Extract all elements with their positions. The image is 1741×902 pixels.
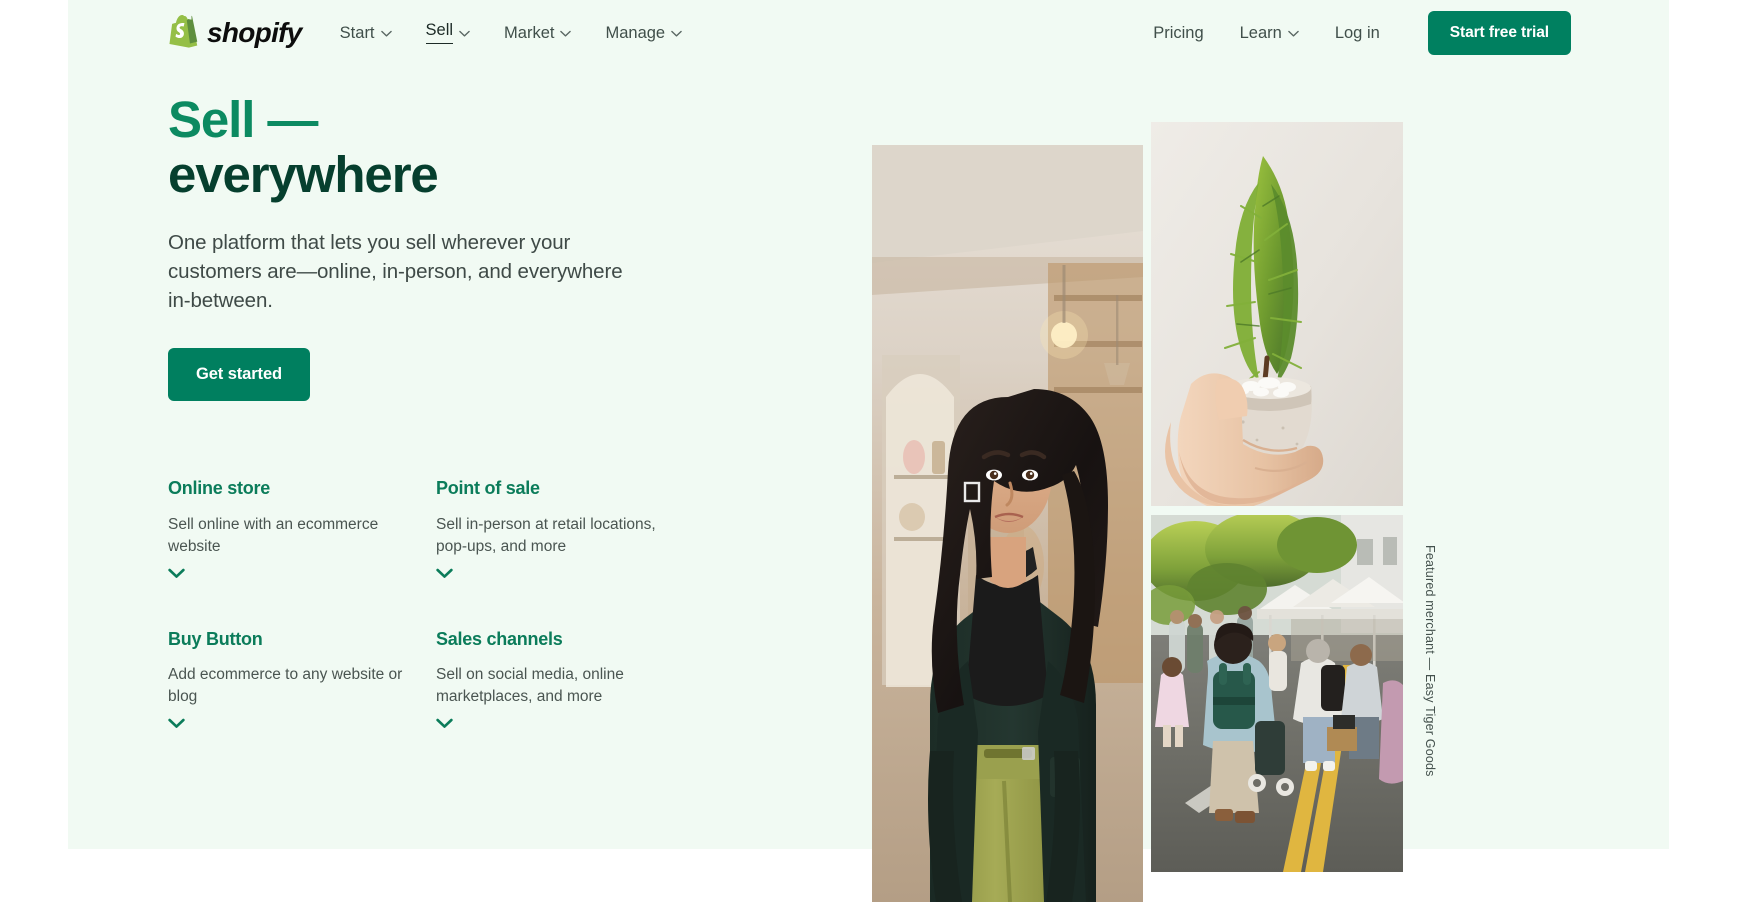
shopify-wordmark: shopify bbox=[207, 17, 302, 48]
headline-line-1: Sell — bbox=[168, 91, 318, 148]
feature-title: Online store bbox=[168, 478, 271, 498]
nav-item-learn[interactable]: Learn bbox=[1240, 19, 1299, 48]
shopify-bag-icon bbox=[168, 15, 200, 51]
nav-item-start[interactable]: Start bbox=[340, 19, 392, 48]
hero-subcopy: One platform that lets you sell wherever… bbox=[168, 231, 623, 313]
feature-title: Point of sale bbox=[436, 478, 540, 498]
nav-item-manage-label: Manage bbox=[605, 23, 666, 42]
nav-item-learn-label: Learn bbox=[1239, 23, 1282, 42]
nav-item-log-in-label: Log in bbox=[1334, 23, 1380, 42]
feature-card-point-of-sale[interactable]: Point of sale Sell in-person at retail l… bbox=[436, 478, 686, 578]
street-market-image bbox=[1151, 515, 1403, 872]
start-free-trial-button[interactable]: Start free trial bbox=[1427, 11, 1571, 55]
chevron-down-icon bbox=[1288, 30, 1299, 37]
headline-line-2: everywhere bbox=[168, 146, 439, 204]
chevron-down-icon bbox=[671, 30, 682, 37]
primary-nav-links: Start Sell Market Manage bbox=[340, 16, 716, 50]
nav-item-start-label: Start bbox=[339, 23, 375, 42]
feature-link-grid: Online store Sell online with an ecommer… bbox=[168, 478, 758, 729]
nav-item-manage[interactable]: Manage bbox=[605, 19, 682, 48]
chevron-down-icon[interactable] bbox=[436, 716, 453, 729]
nav-left-group: shopify Start Sell Market Manage bbox=[168, 15, 716, 51]
nav-item-sell-label: Sell bbox=[425, 22, 454, 44]
chevron-down-icon bbox=[459, 30, 470, 37]
nav-item-pricing[interactable]: Pricing bbox=[1153, 19, 1203, 48]
feature-title: Sales channels bbox=[436, 628, 563, 649]
hero-copy-block: Sell — everywhere One platform that lets… bbox=[168, 92, 688, 401]
feature-card-buy-button[interactable]: Buy Button Add ecommerce to any website … bbox=[168, 628, 418, 729]
feature-card-sales-channels[interactable]: Sales channels Sell on social media, onl… bbox=[436, 628, 686, 729]
potted-plant-image bbox=[1151, 122, 1403, 506]
top-navigation: shopify Start Sell Market Manage Pricing… bbox=[0, 0, 1741, 66]
nav-right-group: Pricing Learn Log in Start free trial bbox=[1153, 11, 1571, 55]
chevron-down-icon bbox=[560, 30, 572, 37]
feature-title: Buy Button bbox=[168, 628, 263, 649]
nav-item-market[interactable]: Market bbox=[504, 19, 572, 48]
page-title: Sell — everywhere bbox=[168, 92, 688, 202]
merchant-portrait-image bbox=[872, 145, 1143, 902]
chevron-down-icon bbox=[380, 30, 392, 37]
featured-merchant-caption: Featured merchant — Easy Tiger Goods bbox=[1423, 545, 1437, 777]
feature-description: Sell online with an ecommerce website bbox=[168, 515, 379, 555]
get-started-button[interactable]: Get started bbox=[168, 348, 311, 401]
feature-card-online-store[interactable]: Online store Sell online with an ecommer… bbox=[168, 478, 418, 578]
chevron-down-icon[interactable] bbox=[436, 566, 453, 578]
nav-item-log-in[interactable]: Log in bbox=[1335, 19, 1380, 48]
chevron-down-icon[interactable] bbox=[168, 566, 185, 578]
feature-description: Add ecommerce to any website or blog bbox=[168, 666, 403, 706]
feature-description: Sell in-person at retail locations, pop-… bbox=[436, 515, 656, 555]
page-root: Featured merchant — Easy Tiger Goods sho… bbox=[0, 0, 1741, 902]
feature-description: Sell on social media, online marketplace… bbox=[436, 666, 624, 706]
chevron-down-icon[interactable] bbox=[168, 716, 185, 729]
nav-item-market-label: Market bbox=[504, 23, 555, 42]
nav-item-sell[interactable]: Sell bbox=[425, 16, 471, 50]
shopify-logo[interactable]: shopify bbox=[168, 15, 302, 51]
nav-item-pricing-label: Pricing bbox=[1153, 23, 1204, 42]
